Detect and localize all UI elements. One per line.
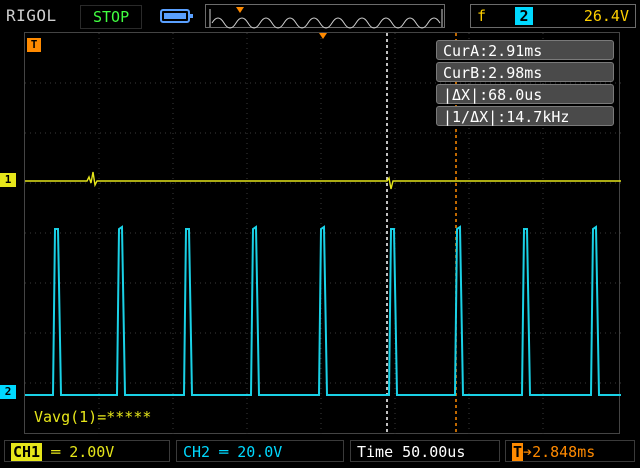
inverse-delta-x-readout: |1/ΔX|:14.7kHz <box>436 106 614 126</box>
top-status-bar: RIGOL STOP f 2 26.4V <box>0 0 640 32</box>
ch2-trace <box>25 225 621 396</box>
ch1-offset-marker[interactable]: 1 <box>0 173 16 187</box>
ch2-offset-marker[interactable]: 2 <box>0 385 16 399</box>
memory-waveform-overview <box>205 4 445 29</box>
ch1-trace <box>25 171 621 190</box>
ch2-label: CH2 <box>183 443 211 461</box>
trigger-settings[interactable]: f 2 26.4V <box>470 4 636 28</box>
battery-icon <box>160 9 193 23</box>
trigger-level: 26.4V <box>583 7 629 25</box>
trigger-source-badge: 2 <box>515 7 533 25</box>
run-stop-status[interactable]: STOP <box>80 5 143 29</box>
arrow-right-icon: ➔ <box>523 443 533 461</box>
brand-logo: RIGOL <box>6 6 57 25</box>
rising-edge-icon: f <box>477 7 487 25</box>
ch2-scale: 20.0V <box>237 443 283 461</box>
bottom-status-bar: CH1 ═ 2.00V CH2 ═ 20.0V Time 50.00us T➔2… <box>0 436 640 468</box>
ch1-scale-chip[interactable]: CH1 ═ 2.00V <box>4 440 170 462</box>
memory-overview-icon <box>209 7 443 29</box>
vavg-measurement: Vavg(1)=***** <box>34 408 152 426</box>
timebase-chip[interactable]: Time 50.00us <box>350 440 500 462</box>
ch1-scale: 2.00V <box>69 443 115 461</box>
trigger-delay-chip[interactable]: T➔2.848ms <box>505 440 635 462</box>
trigger-delay-icon: T <box>512 443 524 461</box>
time-label: Time <box>357 443 394 461</box>
trigger-position-marker <box>319 33 327 39</box>
ch1-label: CH1 <box>11 443 43 461</box>
cursor-b-readout: CurB:2.98ms <box>436 62 614 82</box>
cursor-a-readout: CurA:2.91ms <box>436 40 614 60</box>
ch1-coupling-icon: ═ <box>51 443 70 461</box>
trigger-delay-value: 2.848ms <box>532 443 596 461</box>
time-scale: 50.00us <box>402 443 466 461</box>
ch2-scale-chip[interactable]: CH2 ═ 20.0V <box>176 440 344 462</box>
trigger-level-marker: T <box>27 38 41 52</box>
delta-x-readout: |ΔX|:68.0us <box>436 84 614 104</box>
ch2-coupling-icon: ═ <box>219 443 238 461</box>
